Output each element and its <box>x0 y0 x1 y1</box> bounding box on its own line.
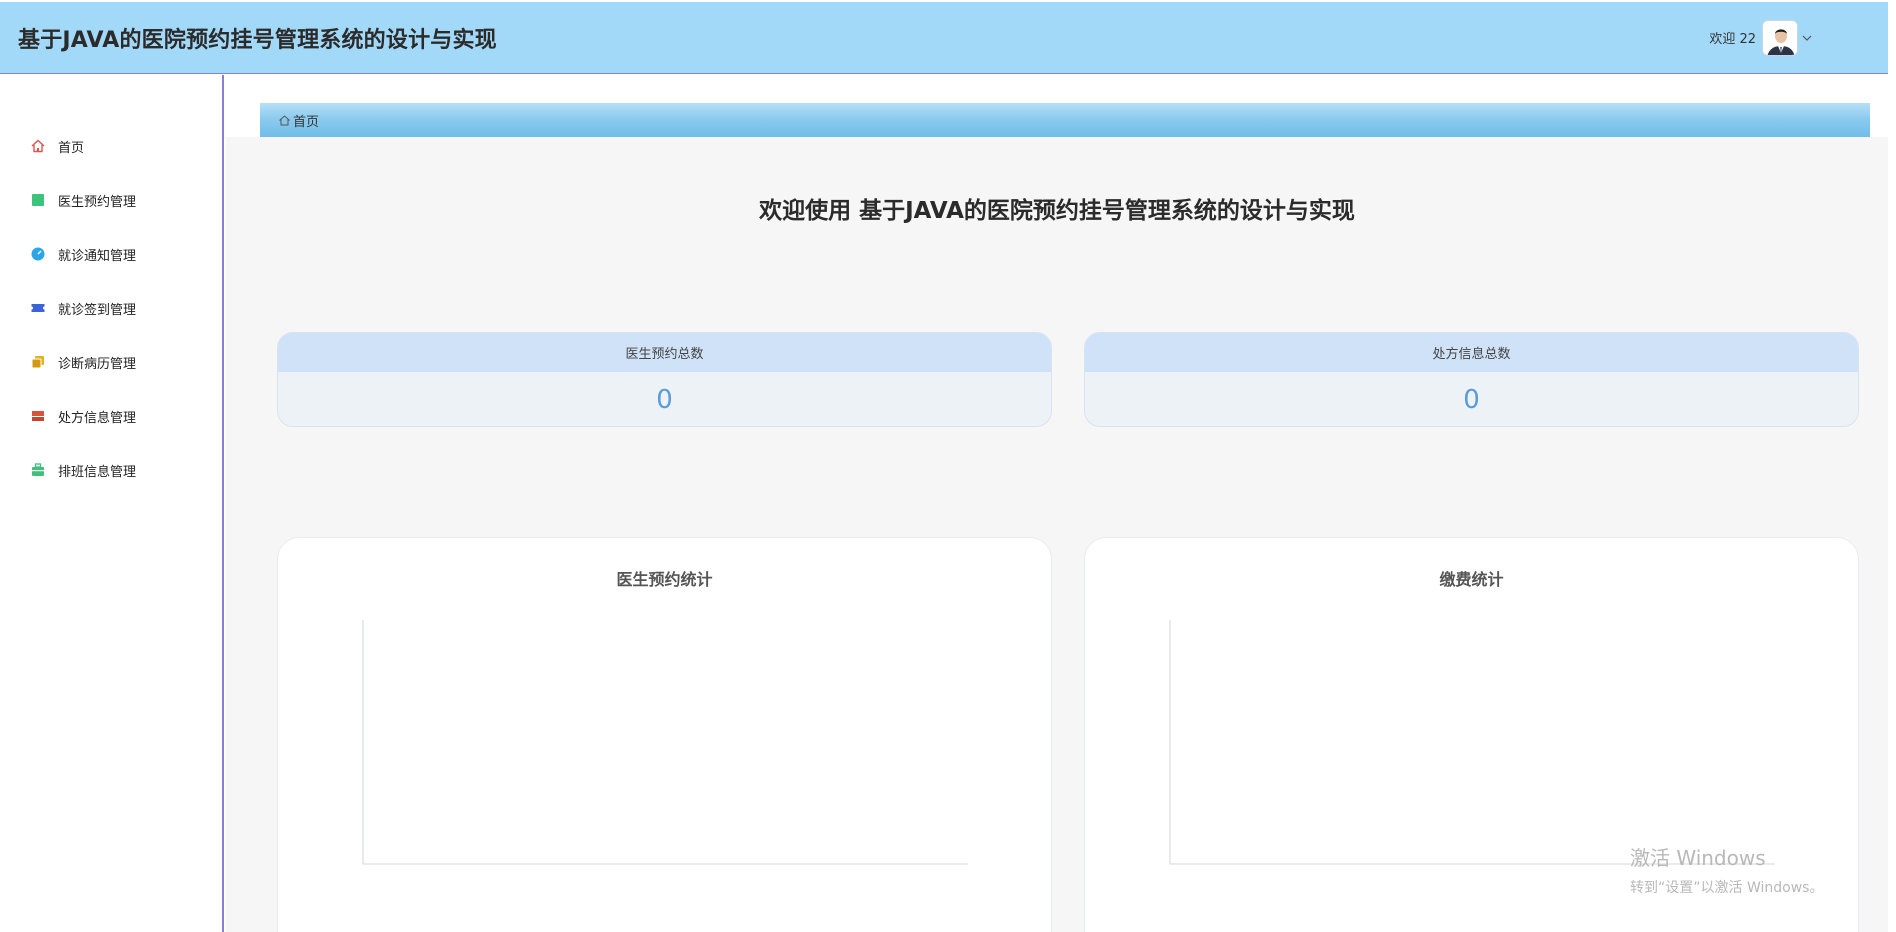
stat-value: 0 <box>656 385 673 415</box>
sidebar-item-label: 就诊通知管理 <box>58 248 137 264</box>
chevron-down-icon[interactable] <box>1800 31 1814 45</box>
stat-label: 医生预约总数 <box>278 333 1051 372</box>
ticket-icon <box>31 304 45 312</box>
watermark-line1: 激活 Windows <box>1630 846 1766 870</box>
watermark-line2: 转到“设置”以激活 Windows。 <box>1630 880 1824 896</box>
app-title: 基于JAVA的医院预约挂号管理系统的设计与实现 <box>18 27 497 53</box>
sidebar-item-label: 处方信息管理 <box>58 410 137 426</box>
welcome-text: 欢迎 22 <box>1709 32 1756 47</box>
sidebar-item-label: 就诊签到管理 <box>58 302 137 318</box>
sidebar-menu: 首页 医生预约管理 就诊通知管理 就诊签到管理 诊断病历管理 处方信息管理 排班… <box>0 75 222 497</box>
sidebar-item-doctor-appointment[interactable]: 医生预约管理 <box>0 173 222 227</box>
home-icon[interactable] <box>278 114 291 127</box>
breadcrumb-home-link[interactable]: 首页 <box>293 111 319 130</box>
sidebar-item-prescription[interactable]: 处方信息管理 <box>0 389 222 443</box>
briefcase-icon <box>32 463 44 476</box>
stat-value: 0 <box>1463 385 1480 415</box>
sidebar-item-schedule[interactable]: 排班信息管理 <box>0 443 222 497</box>
app-window: 基于JAVA的医院预约挂号管理系统的设计与实现 欢迎 22 首页 医生预约管理 … <box>0 0 1896 932</box>
breadcrumb: 首页 <box>260 103 1870 137</box>
top-header: 基于JAVA的医院预约挂号管理系统的设计与实现 欢迎 22 <box>0 2 1888 74</box>
stat-card-prescriptions: 处方信息总数 0 <box>1084 332 1859 427</box>
sidebar-item-visit-notice[interactable]: 就诊通知管理 <box>0 227 222 281</box>
main-content: 首页 欢迎使用 基于JAVA的医院预约挂号管理系统的设计与实现 医生预约总数 0… <box>226 75 1888 932</box>
home-icon <box>31 139 45 153</box>
windows-activation-watermark: 激活 Windows 转到“设置”以激活 Windows。 <box>1630 842 1823 897</box>
sidebar-item-visit-checkin[interactable]: 就诊签到管理 <box>0 281 222 335</box>
copy-icon <box>31 356 44 369</box>
avatar[interactable] <box>1762 19 1798 56</box>
sidebar-item-label: 诊断病历管理 <box>58 356 137 372</box>
sidebar-item-home[interactable]: 首页 <box>0 119 222 173</box>
sidebar-item-label: 排班信息管理 <box>58 464 137 480</box>
sidebar-item-label: 医生预约管理 <box>58 194 137 210</box>
sidebar: 首页 医生预约管理 就诊通知管理 就诊签到管理 诊断病历管理 处方信息管理 排班… <box>0 75 224 932</box>
stat-card-appointments: 医生预约总数 0 <box>277 332 1052 427</box>
page-title: 欢迎使用 基于JAVA的医院预约挂号管理系统的设计与实现 <box>759 198 1355 224</box>
layers-icon <box>32 411 44 421</box>
square-icon <box>32 194 44 206</box>
stat-label: 处方信息总数 <box>1085 333 1858 372</box>
user-menu[interactable]: 欢迎 22 <box>1709 19 1814 56</box>
chart-card-appointments: 医生预约统计 <box>277 537 1052 932</box>
clock-icon <box>31 247 45 261</box>
sidebar-item-label: 首页 <box>58 140 85 156</box>
chart-axes <box>362 620 968 865</box>
user-avatar-icon <box>1763 20 1797 55</box>
sidebar-item-diagnosis-record[interactable]: 诊断病历管理 <box>0 335 222 389</box>
